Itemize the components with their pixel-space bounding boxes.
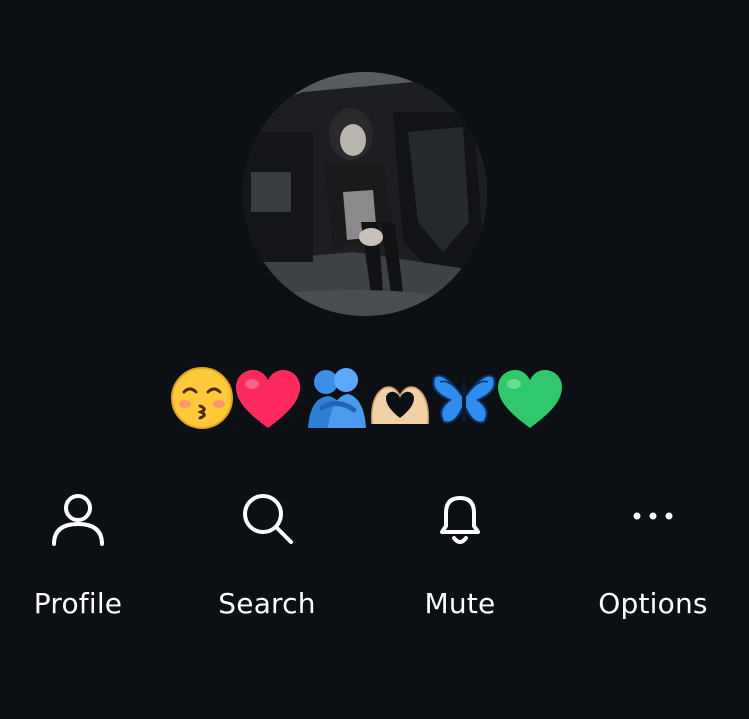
- search-button[interactable]: Search: [177, 480, 357, 630]
- status-emoji-row: [170, 366, 564, 430]
- green-heart-emoji: [498, 370, 562, 428]
- avatar-photo: [243, 72, 487, 316]
- search-label: Search: [218, 587, 316, 620]
- mute-label: Mute: [424, 587, 496, 620]
- people-hugging-emoji: [308, 368, 366, 428]
- options-label: Options: [598, 587, 708, 620]
- heart-hands-emoji: [371, 386, 429, 425]
- options-button[interactable]: Options: [563, 480, 743, 630]
- mute-button[interactable]: Mute: [370, 480, 550, 630]
- profile-label: Profile: [33, 587, 123, 620]
- profile-actions: Profile Search Mute Options: [0, 480, 749, 640]
- profile-avatar[interactable]: [243, 72, 487, 316]
- butterfly-emoji: [432, 374, 496, 424]
- kissing-face-emoji: [171, 367, 233, 429]
- search-icon: [235, 486, 299, 550]
- profile-button[interactable]: Profile: [0, 480, 168, 630]
- red-heart-emoji: [236, 370, 300, 428]
- bell-icon: [428, 486, 492, 550]
- more-dots-icon: [621, 486, 685, 550]
- person-icon: [46, 486, 110, 550]
